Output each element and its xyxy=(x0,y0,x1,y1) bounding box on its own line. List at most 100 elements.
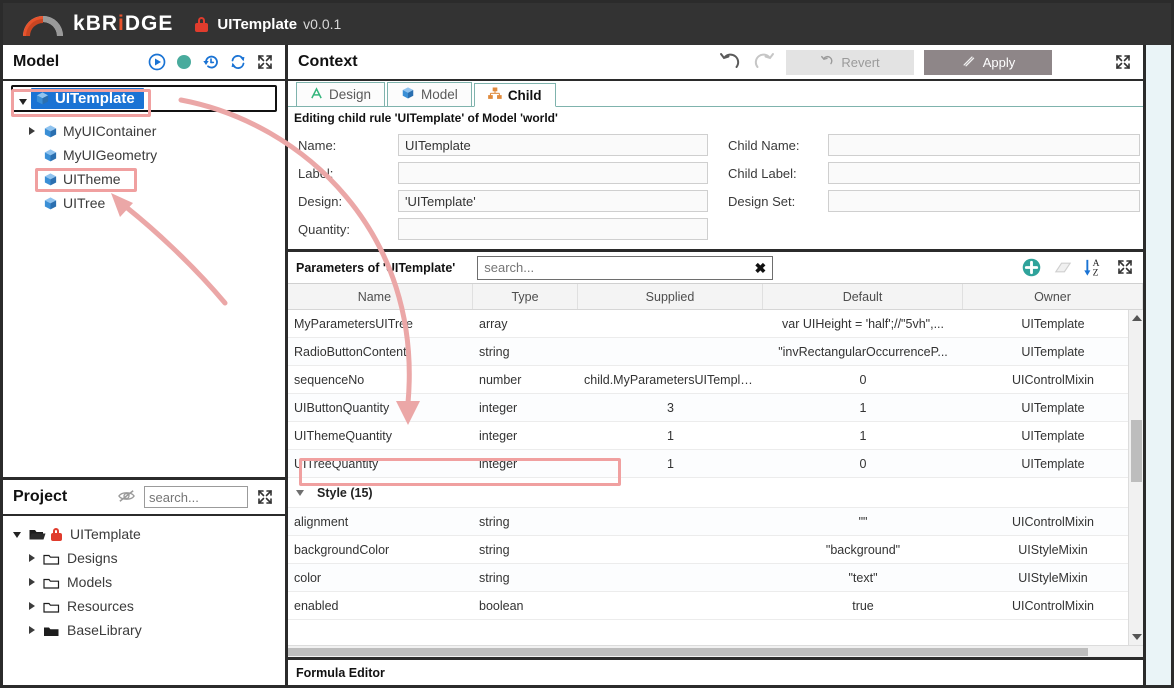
scroll-thumb[interactable] xyxy=(288,648,1088,656)
undo-icon[interactable] xyxy=(718,50,742,74)
cell-name: UIButtonQuantity xyxy=(294,400,390,415)
model-tree-label: MyUIContainer xyxy=(63,123,157,139)
project-tree-item-resources[interactable]: Resources xyxy=(3,594,285,618)
revert-button[interactable]: Revert xyxy=(786,49,914,75)
column-header-supplied[interactable]: Supplied xyxy=(578,284,763,309)
expand-icon[interactable] xyxy=(256,488,275,507)
model-tree-item-myuigeometry[interactable]: MyUIGeometry xyxy=(3,143,285,167)
table-row[interactable]: enabled boolean true UIControlMixin xyxy=(288,592,1143,620)
play-circle-icon[interactable] xyxy=(148,53,167,72)
cell-supplied: 1 xyxy=(667,428,674,443)
cell-owner: UIControlMixin xyxy=(1012,372,1094,387)
cell-default: "invRectangularOccurrenceP... xyxy=(778,344,948,359)
cell-type: integer xyxy=(479,456,518,471)
scroll-down-icon[interactable] xyxy=(1132,634,1142,640)
label-label: Label: xyxy=(298,165,334,181)
project-tree-item-uitemplate[interactable]: UITemplate xyxy=(3,522,285,546)
table-row[interactable]: backgroundColor string "background" UISt… xyxy=(288,536,1143,564)
cell-type: number xyxy=(479,372,522,387)
project-tree-item-baselibrary[interactable]: BaseLibrary xyxy=(3,618,285,642)
cell-owner: UIStyleMixin xyxy=(1018,570,1088,585)
project-tree-item-models[interactable]: Models xyxy=(3,570,285,594)
column-header-name[interactable]: Name ↑ xyxy=(288,284,473,309)
revert-icon xyxy=(820,54,834,71)
table-row[interactable]: color string "text" UIStyleMixin xyxy=(288,564,1143,592)
chevron-down-icon[interactable] xyxy=(296,487,307,498)
chevron-right-icon[interactable] xyxy=(27,577,38,588)
add-icon[interactable] xyxy=(1021,257,1042,278)
model-tree-item-uitheme[interactable]: UITheme xyxy=(3,167,285,191)
scroll-up-icon[interactable] xyxy=(1132,315,1142,321)
model-tree-item-myuicontainer[interactable]: MyUIContainer xyxy=(3,119,285,143)
model-tree-item-uitree[interactable]: UITree xyxy=(3,191,285,215)
design-set-input[interactable] xyxy=(828,190,1140,212)
sort-az-icon[interactable]: A Z xyxy=(1083,257,1106,279)
table-row[interactable]: alignment string "" UIControlMixin xyxy=(288,508,1143,536)
history-icon[interactable] xyxy=(202,53,221,72)
scroll-thumb[interactable] xyxy=(1131,420,1142,482)
chevron-right-icon[interactable] xyxy=(27,601,38,612)
design-input[interactable] xyxy=(398,190,708,212)
chevron-down-icon[interactable] xyxy=(13,529,24,540)
chevron-right-icon[interactable] xyxy=(27,126,38,137)
clear-search-icon[interactable]: ✖ xyxy=(755,259,767,277)
cube-icon xyxy=(43,196,58,211)
table-row[interactable]: MyParametersUITree array var UIHeight = … xyxy=(288,310,1143,338)
expand-icon[interactable] xyxy=(1114,53,1133,72)
name-input[interactable] xyxy=(398,134,708,156)
caret-placeholder xyxy=(27,198,38,209)
expand-icon[interactable] xyxy=(256,53,275,72)
table-row[interactable]: UITreeQuantity integer 1 0 UITemplate xyxy=(288,450,1143,478)
svg-text:Z: Z xyxy=(1093,268,1099,278)
cell-default: "" xyxy=(858,514,868,529)
cell-supplied: child.MyParametersUITempla... xyxy=(584,372,758,387)
child-rule-form: Name: Child Name: Label: Child Label: De… xyxy=(288,129,1143,249)
cell-type: integer xyxy=(479,400,518,415)
cell-owner: UITemplate xyxy=(1021,316,1085,331)
column-header-owner[interactable]: Owner xyxy=(963,284,1143,309)
status-dot-icon[interactable] xyxy=(175,53,194,72)
child-label-input[interactable] xyxy=(828,162,1140,184)
child-name-input[interactable] xyxy=(828,134,1140,156)
eraser-icon[interactable] xyxy=(1052,259,1073,277)
tab-label: Child xyxy=(507,87,542,103)
parameters-search-input[interactable] xyxy=(477,255,774,280)
project-tree-item-designs[interactable]: Designs xyxy=(3,546,285,570)
model-panel-title: Model xyxy=(13,53,60,70)
table-row[interactable]: UIButtonQuantity integer 3 1 UITemplate xyxy=(288,394,1143,422)
table-vertical-scrollbar[interactable] xyxy=(1128,310,1143,645)
cell-name: backgroundColor xyxy=(294,542,390,557)
table-row[interactable]: RadioButtonContent string "invRectangula… xyxy=(288,338,1143,366)
apply-button[interactable]: Apply xyxy=(924,49,1052,75)
chevron-right-icon[interactable] xyxy=(27,553,38,564)
table-horizontal-scrollbar[interactable] xyxy=(288,645,1143,657)
cell-owner: UITemplate xyxy=(1021,344,1085,359)
cell-type: string xyxy=(479,570,510,585)
column-header-type[interactable]: Type xyxy=(473,284,578,309)
project-panel-title: Project xyxy=(13,488,68,505)
eye-slash-icon[interactable] xyxy=(117,488,136,507)
chevron-down-icon[interactable] xyxy=(19,96,30,107)
model-tree-item-uitemplate[interactable]: UITemplate xyxy=(11,85,277,112)
table-row[interactable]: sequenceNo number child.MyParametersUITe… xyxy=(288,366,1143,394)
chevron-right-icon[interactable] xyxy=(27,625,38,636)
document-version: v0.0.1 xyxy=(303,16,342,32)
tab-model[interactable]: Model xyxy=(387,82,472,106)
table-row[interactable]: UIThemeQuantity integer 1 1 UITemplate xyxy=(288,422,1143,450)
tab-child[interactable]: Child xyxy=(473,83,556,107)
cube-icon xyxy=(43,172,58,187)
expand-icon[interactable] xyxy=(1116,258,1135,277)
quantity-input[interactable] xyxy=(398,218,708,240)
label-input[interactable] xyxy=(398,162,708,184)
refresh-icon[interactable] xyxy=(229,53,248,72)
name-label: Name: xyxy=(298,137,337,153)
tab-design[interactable]: Design xyxy=(296,82,386,106)
cell-type: integer xyxy=(479,428,518,443)
cell-name: RadioButtonContent xyxy=(294,344,407,359)
cell-owner: UITemplate xyxy=(1021,400,1085,415)
column-header-default[interactable]: Default xyxy=(763,284,963,309)
parameter-group-style[interactable]: Style (15) xyxy=(288,478,1143,508)
redo-icon[interactable] xyxy=(752,50,776,74)
project-panel-header: Project xyxy=(3,480,285,516)
project-search-input[interactable] xyxy=(144,486,248,508)
